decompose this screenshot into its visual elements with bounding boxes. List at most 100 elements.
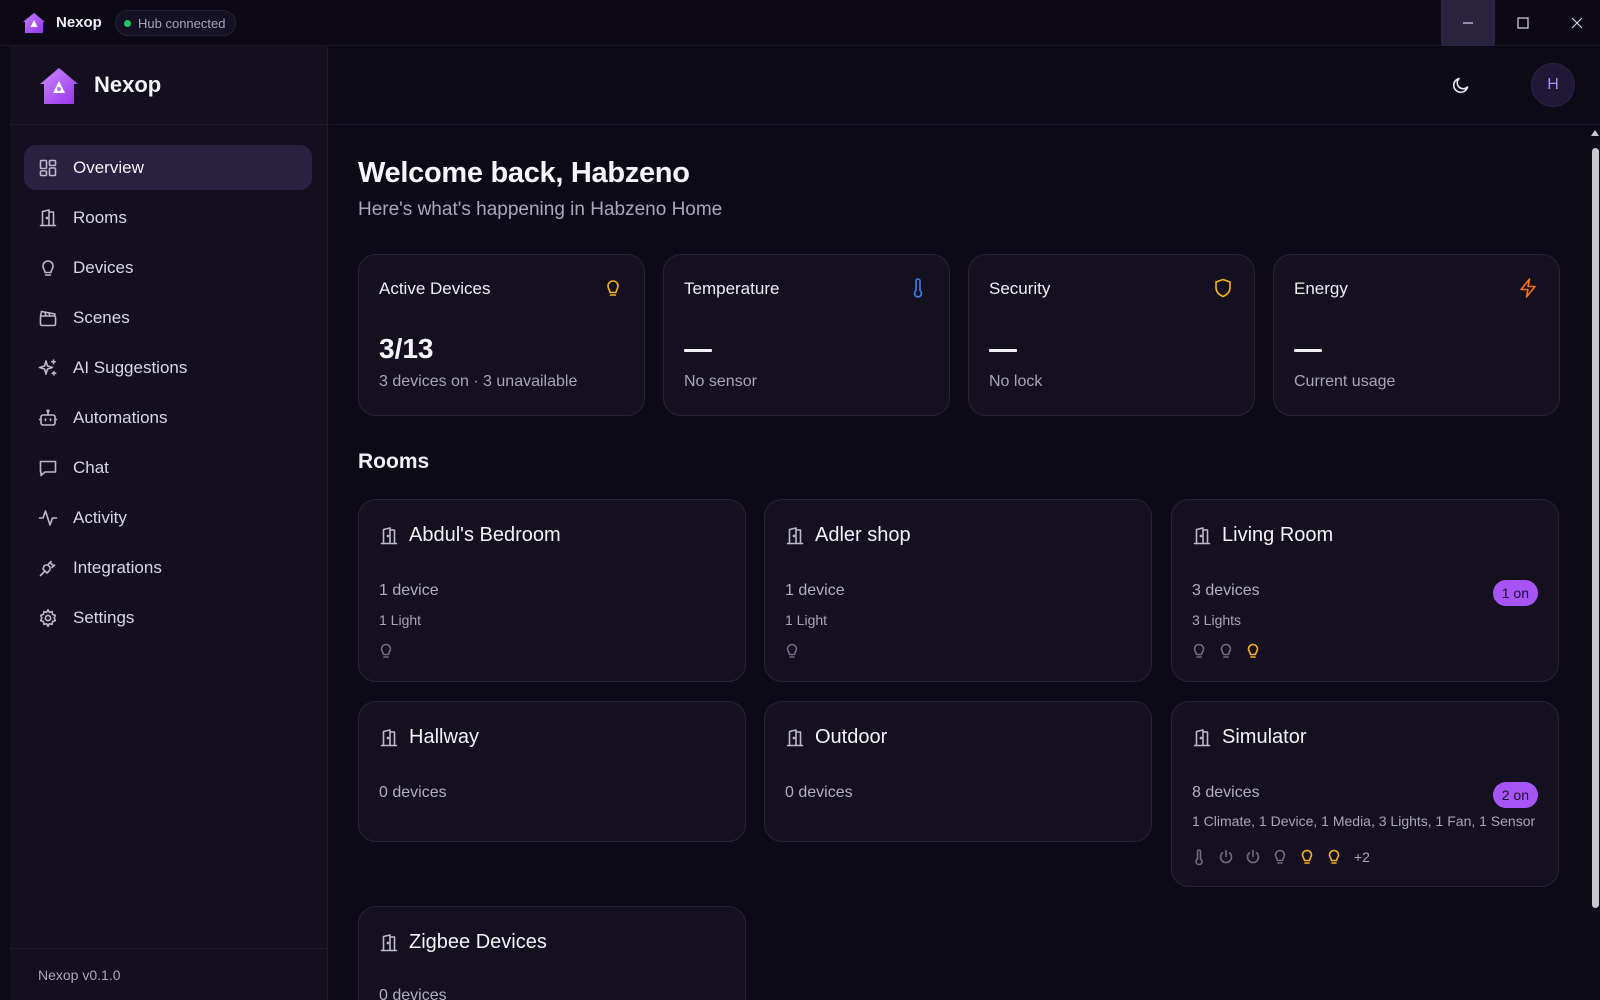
room-device-count: 8 devices: [1192, 784, 1260, 801]
lightbulb-on-icon[interactable]: [1298, 848, 1316, 866]
maximize-icon: [1517, 17, 1529, 29]
theme-toggle-button[interactable]: [1448, 72, 1474, 98]
sidebar-item-integrations[interactable]: Integrations: [24, 545, 312, 590]
sidebar-item-label: Settings: [73, 607, 135, 627]
brand-logo-icon: [38, 66, 80, 106]
close-button[interactable]: [1550, 0, 1600, 46]
maximize-button[interactable]: [1496, 0, 1550, 46]
pulse-icon: [38, 509, 58, 526]
app-logo-icon: [22, 12, 46, 34]
power-icon[interactable]: [1244, 848, 1262, 866]
power-icon[interactable]: [1217, 848, 1235, 866]
lightbulb-icon[interactable]: [1190, 642, 1208, 660]
stat-title: Active Devices: [379, 279, 491, 298]
lightbulb-on-icon[interactable]: [1244, 642, 1262, 660]
room-device-count: 0 devices: [785, 784, 853, 801]
stat-subtitle: Current usage: [1294, 373, 1396, 390]
empty-value-dash: [989, 349, 1017, 352]
shield-icon: [1215, 278, 1231, 298]
room-card[interactable]: Adler shop 1 device 1 Light: [764, 499, 1152, 682]
stat-card-security: Security No lock: [968, 254, 1255, 416]
room-device-icons: [1190, 642, 1262, 660]
clapperboard-icon: [39, 310, 57, 326]
room-name: Hallway: [409, 726, 480, 748]
user-avatar[interactable]: H: [1531, 63, 1575, 107]
room-device-count: 0 devices: [379, 987, 447, 1000]
close-icon: [1571, 17, 1583, 29]
sidebar-item-scenes[interactable]: Scenes: [24, 295, 312, 340]
minimize-button[interactable]: [1441, 0, 1495, 46]
sidebar-item-ai-suggestions[interactable]: AI Suggestions: [24, 345, 312, 390]
room-name: Outdoor: [815, 726, 888, 748]
app-version: Nexop v0.1.0: [38, 967, 121, 983]
sidebar-item-devices[interactable]: Devices: [24, 245, 312, 290]
room-card[interactable]: Zigbee Devices 0 devices: [358, 906, 746, 1000]
stat-subtitle: No lock: [989, 373, 1043, 390]
room-name: Abdul's Bedroom: [409, 524, 561, 546]
sidebar-item-label: Scenes: [73, 307, 130, 327]
lightbulb-icon[interactable]: [377, 642, 395, 660]
gear-icon: [39, 608, 57, 627]
lightbulb-icon[interactable]: [1271, 848, 1289, 866]
sidebar-item-label: AI Suggestions: [73, 357, 188, 377]
room-name: Adler shop: [815, 524, 911, 546]
brand-name: Nexop: [94, 72, 162, 97]
room-card[interactable]: Simulator 8 devices 2 on 1 Climate, 1 De…: [1171, 701, 1559, 887]
hub-status-text: Hub connected: [138, 15, 226, 31]
stat-card-energy: Energy Current usage: [1273, 254, 1560, 416]
sidebar-item-activity[interactable]: Activity: [24, 495, 312, 540]
room-device-types: 1 Climate, 1 Device, 1 Media, 3 Lights, …: [1192, 813, 1536, 829]
room-name: Simulator: [1222, 726, 1307, 748]
room-device-icons: [783, 642, 801, 660]
sidebar-item-chat[interactable]: Chat: [24, 445, 312, 490]
thermometer-icon[interactable]: [1190, 848, 1208, 866]
sidebar-header: Nexop: [10, 46, 328, 125]
room-device-types: 1 Light: [785, 612, 828, 628]
lightbulb-on-icon[interactable]: [1325, 848, 1343, 866]
stat-subtitle: 3 devices on · 3 unavailable: [379, 373, 578, 390]
room-card[interactable]: Living Room 3 devices 1 on 3 Lights: [1171, 499, 1559, 682]
door-icon: [1193, 729, 1211, 747]
moon-icon: [1452, 77, 1469, 94]
page-subtitle: Here's what's happening in Habzeno Home: [358, 199, 723, 220]
bot-icon: [38, 408, 58, 426]
lightbulb-icon[interactable]: [783, 642, 801, 660]
sidebar-item-label: Chat: [73, 457, 109, 477]
grid-icon: [39, 159, 57, 176]
room-name: Living Room: [1222, 524, 1334, 546]
hub-status-badge: Hub connected: [115, 10, 237, 36]
sidebar-item-label: Automations: [73, 407, 168, 427]
stat-title: Temperature: [684, 279, 780, 298]
room-card[interactable]: Abdul's Bedroom 1 device 1 Light: [358, 499, 746, 682]
sidebar-item-label: Overview: [73, 157, 144, 177]
sidebar-item-overview[interactable]: Overview: [24, 145, 312, 190]
main-header: H: [329, 46, 1600, 125]
stat-value: 3/13: [379, 333, 434, 364]
sidebar-item-automations[interactable]: Automations: [24, 395, 312, 440]
room-device-icons: +2: [1190, 848, 1370, 866]
door-icon: [380, 934, 398, 952]
room-device-count: 1 device: [379, 582, 439, 599]
room-on-badge: 1 on: [1492, 580, 1538, 606]
scroll-up-icon[interactable]: [1591, 130, 1599, 136]
empty-value-dash: [1294, 349, 1322, 352]
room-card[interactable]: Outdoor 0 devices: [764, 701, 1152, 842]
sidebar-item-label: Activity: [73, 507, 127, 527]
content-scrollbar[interactable]: [1590, 126, 1600, 1000]
room-card[interactable]: Hallway 0 devices: [358, 701, 746, 842]
plug-icon: [39, 560, 56, 576]
more-devices-count[interactable]: +2: [1354, 849, 1370, 865]
sidebar: Nexop Overview Rooms Devices Scenes AI S…: [10, 46, 328, 1000]
lightbulb-icon[interactable]: [1217, 642, 1235, 660]
sidebar-item-settings[interactable]: Settings: [24, 595, 312, 640]
thermometer-icon: [913, 278, 923, 298]
scroll-thumb[interactable]: [1592, 148, 1599, 908]
stat-subtitle: No sensor: [684, 373, 757, 390]
sidebar-item-label: Integrations: [73, 557, 162, 577]
lightning-icon: [1520, 278, 1536, 298]
sidebar-item-rooms[interactable]: Rooms: [24, 195, 312, 240]
room-name: Zigbee Devices: [409, 931, 547, 953]
lightbulb-icon: [42, 259, 54, 276]
room-device-count: 1 device: [785, 582, 845, 599]
lightbulb-icon: [607, 280, 619, 296]
